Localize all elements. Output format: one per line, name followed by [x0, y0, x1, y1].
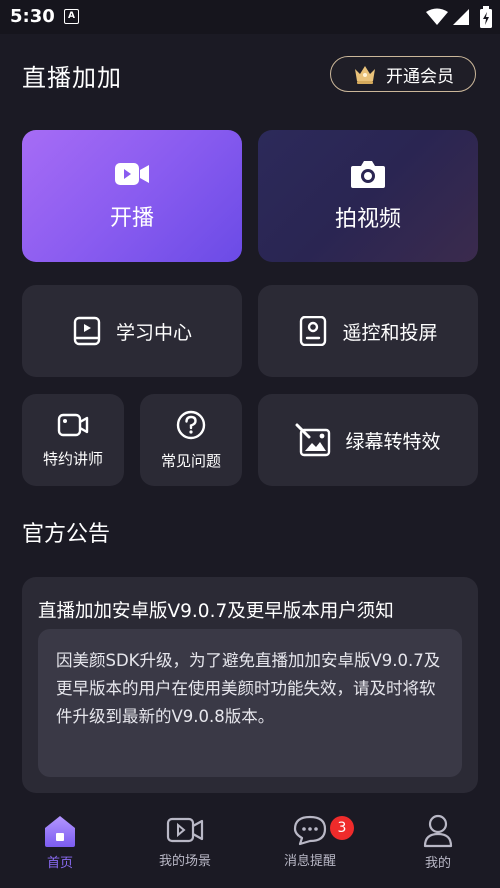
home-icon	[45, 816, 75, 847]
app-title: 直播加加	[22, 64, 122, 92]
shoot-video-card[interactable]: 拍视频	[258, 130, 478, 262]
start-live-card[interactable]: 开播	[22, 130, 242, 262]
video-icon	[166, 817, 204, 843]
bottom-tab-bar: 首页 我的场景 消息提醒 我的	[0, 806, 500, 888]
lecturer-card[interactable]: 特约讲师	[22, 394, 124, 486]
faq-label: 常见问题	[160, 451, 221, 470]
crown-icon	[355, 66, 375, 84]
notice-body: 因美颜SDK升级，为了避免直播加加安卓版V9.0.7及更早版本的用户在使用美颜时…	[38, 629, 462, 777]
notification-a-icon: A	[64, 9, 79, 24]
tab-my-scenes-label: 我的场景	[158, 854, 211, 869]
vip-label: 开通会员	[386, 66, 454, 87]
green-screen-label: 绿幕转特效	[345, 430, 441, 453]
message-badge: 3	[330, 816, 354, 840]
user-icon	[423, 814, 453, 848]
wifi-icon	[426, 8, 448, 25]
remote-cast-card[interactable]: 遥控和投屏	[258, 285, 478, 377]
faq-card[interactable]: 常见问题	[140, 394, 242, 486]
remote-cast-label: 遥控和投屏	[342, 321, 438, 344]
tab-home-label: 首页	[46, 856, 73, 871]
signal-icon	[453, 9, 469, 25]
notice-section-title: 官方公告	[22, 522, 111, 547]
start-live-label: 开播	[109, 206, 154, 231]
video-camera-icon	[115, 163, 149, 185]
message-icon	[293, 815, 327, 846]
status-bar: 5:30 A	[0, 0, 500, 34]
tab-mine-label: 我的	[424, 856, 451, 871]
green-screen-card[interactable]: 绿幕转特效	[258, 394, 478, 486]
notice-title: 直播加加安卓版V9.0.7及更早版本用户须知	[38, 601, 394, 622]
lecturer-label: 特约讲师	[42, 449, 103, 468]
notice-card[interactable]: 直播加加安卓版V9.0.7及更早版本用户须知 因美颜SDK升级，为了避免直播加加…	[22, 577, 478, 793]
vip-button[interactable]: 开通会员	[330, 56, 476, 92]
tab-home[interactable]: 首页	[0, 814, 120, 871]
tab-mine[interactable]: 我的	[378, 814, 498, 871]
camera-icon	[351, 161, 385, 188]
learning-center-label: 学习中心	[115, 321, 192, 344]
shoot-video-label: 拍视频	[334, 207, 401, 232]
book-video-icon	[73, 316, 101, 346]
battery-icon	[480, 6, 492, 28]
tab-messages-label: 消息提醒	[283, 854, 336, 869]
learning-center-card[interactable]: 学习中心	[22, 285, 242, 377]
question-icon	[176, 410, 206, 439]
video-camera-outline-icon	[57, 413, 89, 436]
image-brush-icon	[295, 423, 331, 457]
status-time: 5:30	[10, 6, 55, 27]
tab-my-scenes[interactable]: 我的场景	[125, 814, 245, 869]
remote-icon	[300, 316, 327, 346]
